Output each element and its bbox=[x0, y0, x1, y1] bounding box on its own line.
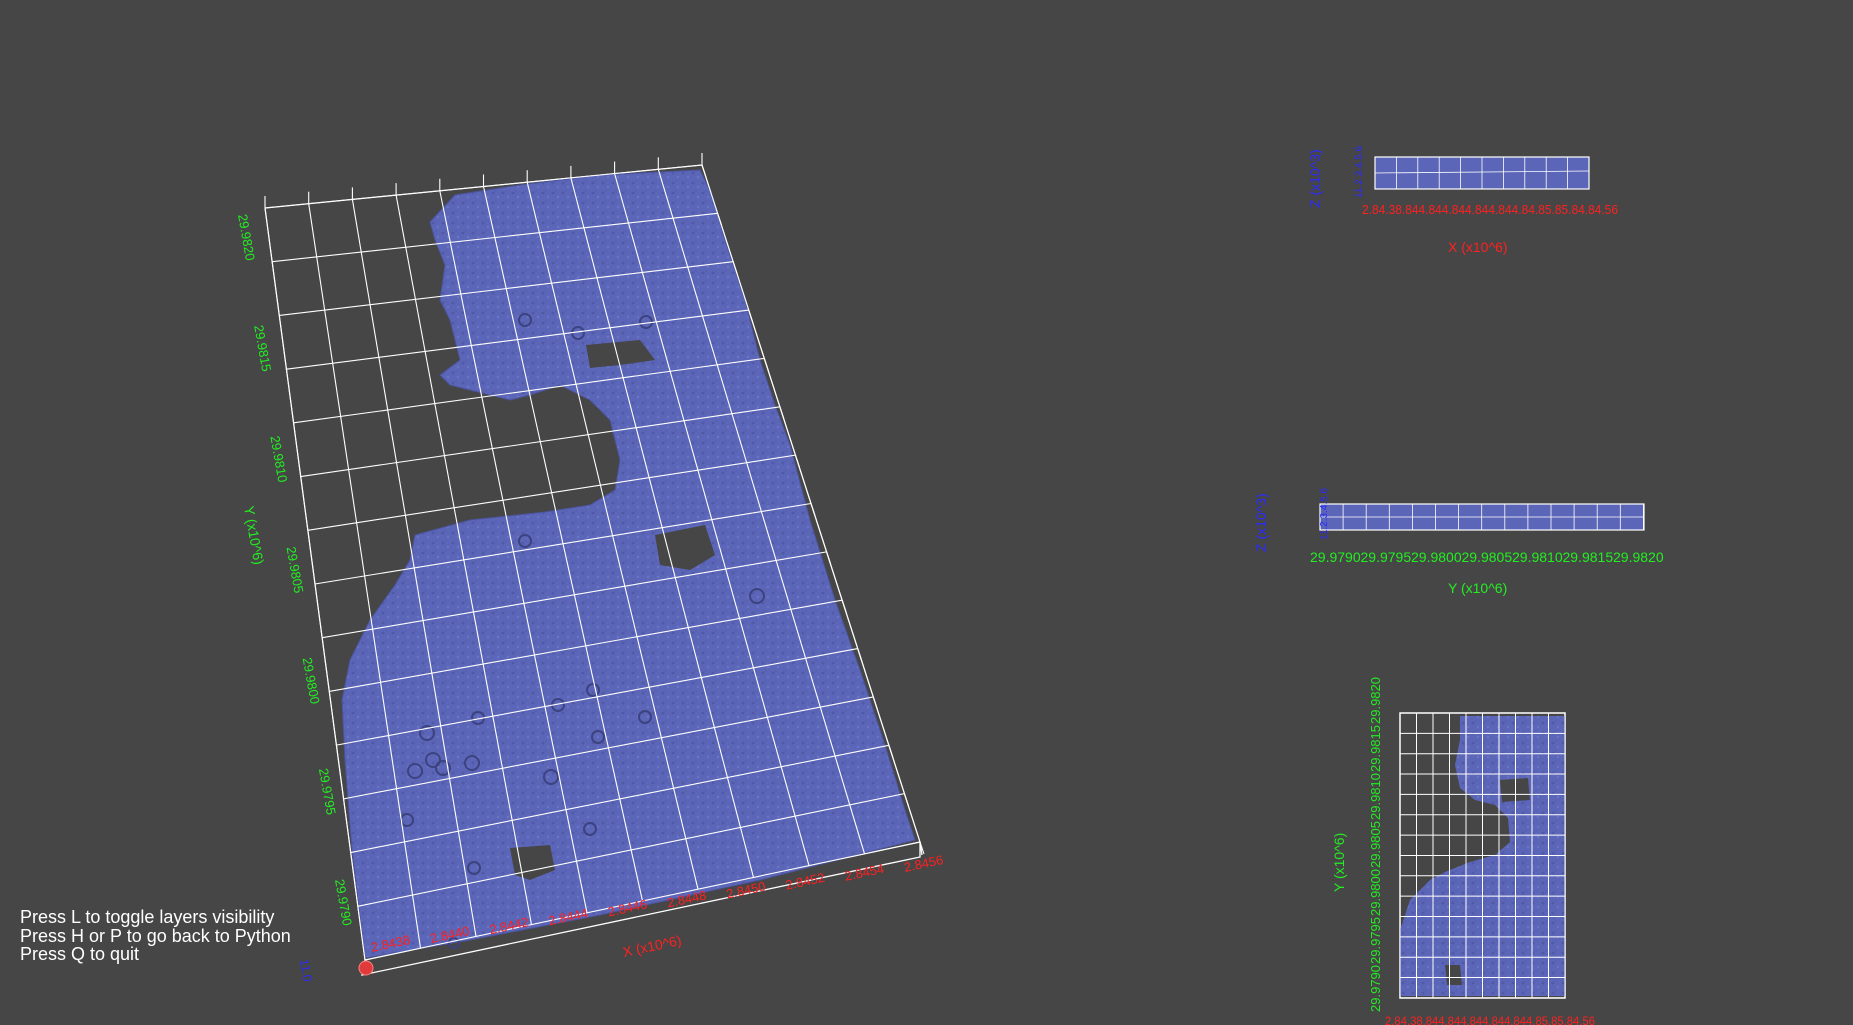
yz-y-tick-labels: 29.9790 29.9795 29.9800 29.9805 29.9810 29.98… bbox=[1310, 549, 1664, 565]
xz-view[interactable]: Z (x10^3) 11.2.3.4.5.6 2.84.38.844.844.8… bbox=[1307, 145, 1618, 255]
yz-y-tick-label: 29.9815 bbox=[1563, 549, 1614, 565]
yz-y-tick-label: 29.9795 bbox=[1361, 549, 1412, 565]
y-tick-label: 29.9805 bbox=[284, 545, 307, 594]
red-sphere-icon bbox=[358, 960, 374, 976]
y-tick-label: 29.9795 bbox=[316, 767, 339, 816]
xy-y-tick-label: 29.9800 bbox=[1368, 869, 1383, 916]
help-line-toggle-layers: Press L to toggle layers visibility bbox=[20, 907, 275, 927]
xz-z-ticks: 11.2.3.4.5.6 bbox=[1354, 145, 1365, 198]
help-line-back-to-python: Press H or P to go back to Python bbox=[20, 925, 291, 946]
xy-y-tick-label: 29.9815 bbox=[1368, 725, 1383, 772]
yz-y-tick-label: 29.9800 bbox=[1411, 549, 1462, 565]
xy-terrain-hole bbox=[1445, 965, 1462, 985]
yz-y-axis-title: Y (x10^6) bbox=[1448, 580, 1507, 596]
grid-tick bbox=[763, 358, 769, 371]
y-tick-label: 29.9810 bbox=[267, 435, 290, 484]
xy-y-tick-label: 29.9790 bbox=[1368, 965, 1383, 1012]
grid-tick bbox=[841, 600, 847, 613]
yz-z-ticks: 11.2.3.4.5.6 bbox=[1319, 487, 1330, 540]
xz-x-axis-title: X (x10^6) bbox=[1448, 239, 1507, 255]
viewport-canvas[interactable]: 29.979029.979529.980029.980529.981029.98… bbox=[0, 0, 1853, 1025]
grid-tick bbox=[794, 454, 800, 468]
yz-y-tick-label: 29.9820 bbox=[1613, 549, 1664, 565]
xy-y-tick-label: 29.9805 bbox=[1368, 821, 1383, 868]
main-y-tick-labels: 29.9790 29.9795 29.9800 29.9805 29.9810 29.98… bbox=[235, 213, 355, 927]
grid-tick bbox=[903, 793, 909, 806]
yz-z-axis-title: Z (x10^3) bbox=[1253, 493, 1269, 552]
keyboard-help: Press L to toggle layers visibility Pres… bbox=[20, 908, 291, 964]
y-tick-label: 29.9820 bbox=[235, 213, 258, 262]
grid-tick bbox=[857, 648, 863, 661]
main-z-tick-label: 11.0 bbox=[297, 958, 315, 983]
x-tick-label: 2.8456 bbox=[903, 852, 945, 875]
xy-y-tick-label: 29.9820 bbox=[1368, 677, 1383, 724]
xy-y-axis-title: Y (x10^6) bbox=[1331, 833, 1347, 892]
yz-y-tick-label: 29.9790 bbox=[1310, 549, 1361, 565]
xy-y-tick-label: 29.9795 bbox=[1368, 917, 1383, 964]
main-3d-view[interactable]: 29.9790 29.9795 29.9800 29.9805 29.9810 29.98… bbox=[235, 153, 945, 983]
x-tick-label: 2.8454 bbox=[843, 861, 885, 884]
main-x-axis-title: X (x10^6) bbox=[621, 932, 683, 960]
y-tick-label: 29.9815 bbox=[251, 324, 274, 373]
grid-tick bbox=[779, 406, 785, 419]
yz-y-tick-label: 29.9810 bbox=[1512, 549, 1563, 565]
yz-y-tick-label: 29.9805 bbox=[1462, 549, 1513, 565]
grid-tick bbox=[872, 696, 878, 710]
xy-view[interactable]: Y (x10^6) 29.979029.979529.980029.980529… bbox=[1331, 677, 1595, 1025]
xz-z-axis-title: Z (x10^3) bbox=[1307, 149, 1323, 208]
y-tick-label: 29.9800 bbox=[300, 656, 323, 705]
yz-view[interactable]: Z (x10^3) 11.2.3.4.5.6 29.9790 29.9795 29.… bbox=[1253, 487, 1664, 596]
main-y-axis-title: Y (x10^6) bbox=[241, 505, 267, 566]
y-tick-label: 29.9790 bbox=[332, 878, 355, 927]
grid-tick bbox=[888, 745, 894, 758]
grid-tick bbox=[826, 551, 832, 565]
xy-y-tick-labels: 29.979029.979529.980029.980529.981029.98… bbox=[1368, 677, 1383, 1012]
xy-y-tick-label: 29.9810 bbox=[1368, 773, 1383, 820]
x-tick-label: 2.8452 bbox=[784, 870, 826, 893]
xy-x-tick-labels: 2.84.38.844.844.844.844.844.85.85.84.56 bbox=[1385, 1014, 1595, 1025]
grid-tick bbox=[810, 503, 816, 516]
xz-x-tick-labels: 2.84.38.844.844.844.844.844.84.85.85.84.… bbox=[1362, 202, 1618, 217]
help-line-quit: Press Q to quit bbox=[20, 944, 140, 964]
